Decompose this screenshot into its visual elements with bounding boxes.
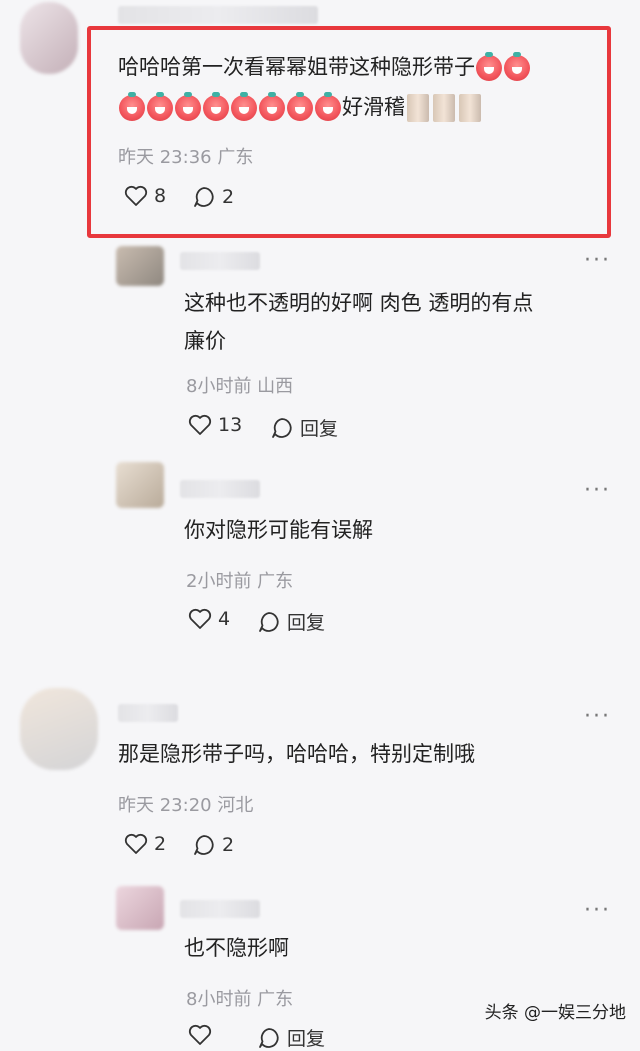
comment-text-suffix: 好滑稽 <box>342 95 405 119</box>
laughing-tear-icon <box>203 92 229 121</box>
more-options-button[interactable]: ··· <box>584 250 611 272</box>
laughing-tear-icon <box>504 52 530 81</box>
reply-count-button[interactable]: 2 <box>192 185 234 209</box>
laughing-tear-icon <box>287 92 313 121</box>
laughing-tear-icon <box>119 92 145 121</box>
like-count: 2 <box>154 833 167 855</box>
laughing-tear-icon <box>259 92 285 121</box>
reply-text-line1: 这种也不透明的好啊 肉色 透明的有点 <box>184 291 534 315</box>
like-button[interactable]: 13 <box>188 414 242 436</box>
like-count: 8 <box>154 185 167 207</box>
reply-count-button[interactable]: 2 <box>192 833 234 857</box>
like-button[interactable]: 2 <box>124 833 166 855</box>
face-mask-icon <box>407 94 429 122</box>
reply-count: 2 <box>222 834 235 856</box>
comment-bubble-icon <box>259 611 279 632</box>
comment-time-location: 昨天 23:36 广东 <box>118 147 254 168</box>
reply-time-location: 8小时前 山西 <box>186 376 294 397</box>
replier-avatar[interactable] <box>116 246 164 286</box>
more-options-button[interactable]: ··· <box>584 480 611 502</box>
heart-icon <box>188 608 212 629</box>
heart-icon <box>188 414 212 435</box>
like-button[interactable]: 4 <box>188 608 230 630</box>
comment-bubble-icon <box>194 835 214 855</box>
replier-name[interactable] <box>180 900 260 918</box>
replier-name[interactable] <box>180 480 260 498</box>
comment-bubble-icon <box>194 187 214 207</box>
more-options-button[interactable]: ··· <box>584 706 611 728</box>
reply-label: 回复 <box>287 612 326 634</box>
reply-text: 也不隐形啊 <box>184 936 289 960</box>
reply-button[interactable]: 回复 <box>257 608 325 635</box>
reply-text: 这种也不透明的好啊 肉色 透明的有点 廉价 <box>184 284 533 360</box>
commenter-avatar[interactable] <box>20 688 98 770</box>
reply-button[interactable]: 回复 <box>257 1024 325 1051</box>
face-mask-icon <box>459 94 481 122</box>
face-mask-icon <box>433 94 455 122</box>
laughing-tear-icon <box>175 92 201 121</box>
comment-text: 哈哈哈第一次看幂幂姐带这种隐形带子 <box>118 48 531 86</box>
like-count: 13 <box>218 414 243 436</box>
like-count: 4 <box>218 608 231 630</box>
heart-icon <box>188 1024 212 1045</box>
like-button[interactable]: 8 <box>124 185 166 207</box>
reply-count: 2 <box>222 186 235 208</box>
comment-time-location: 昨天 23:20 河北 <box>118 795 254 816</box>
laughing-tear-icon <box>147 92 173 121</box>
laughing-tear-icon <box>231 92 257 121</box>
reply-time-location: 2小时前 广东 <box>186 571 294 592</box>
reply-button[interactable]: 回复 <box>270 414 338 441</box>
heart-icon <box>124 833 148 854</box>
comment-text: 那是隐形带子吗，哈哈哈，特别定制哦 <box>118 742 475 766</box>
commenter-name[interactable] <box>118 704 178 722</box>
reply-text-line2: 廉价 <box>184 329 226 353</box>
replier-avatar[interactable] <box>116 886 164 930</box>
commenter-name[interactable] <box>118 6 318 24</box>
more-options-button[interactable]: ··· <box>584 900 611 922</box>
laughing-tear-icon <box>315 92 341 121</box>
comment-text-row2: 好滑稽 <box>118 88 483 126</box>
replier-name[interactable] <box>180 252 260 270</box>
watermark: 头条 @一娱三分地 <box>484 1003 626 1023</box>
like-button[interactable] <box>188 1024 212 1046</box>
reply-label: 回复 <box>287 1028 326 1050</box>
reply-label: 回复 <box>300 418 339 440</box>
laughing-tear-icon <box>476 52 502 81</box>
replier-avatar[interactable] <box>116 462 164 508</box>
reply-time-location: 8小时前 广东 <box>186 989 294 1010</box>
comment-bubble-icon <box>272 417 292 438</box>
commenter-avatar[interactable] <box>20 2 78 74</box>
comment-text-line1: 哈哈哈第一次看幂幂姐带这种隐形带子 <box>118 55 475 79</box>
comment-bubble-icon <box>259 1027 279 1048</box>
reply-text: 你对隐形可能有误解 <box>184 518 373 542</box>
heart-icon <box>124 185 148 206</box>
